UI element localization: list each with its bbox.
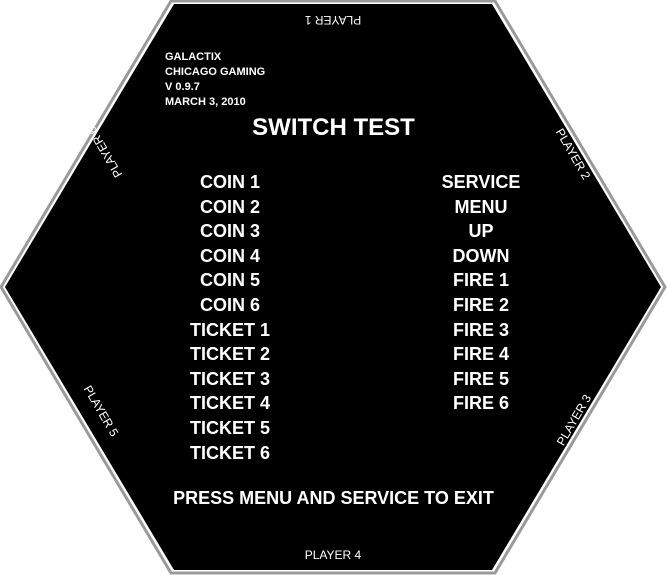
version-label: V 0.9.7 bbox=[165, 81, 200, 93]
switch-right-2: MENU bbox=[454, 197, 508, 217]
switch-right-1: SERVICE bbox=[441, 172, 521, 192]
switch-left-11: TICKET 5 bbox=[189, 418, 271, 438]
switch-left-10: TICKET 4 bbox=[189, 393, 271, 413]
player-1-label: PLAYER 1 bbox=[304, 13, 362, 27]
switch-right-5: FIRE 1 bbox=[452, 270, 510, 290]
switch-left-12: TICKET 6 bbox=[189, 443, 271, 463]
switch-left-5: COIN 5 bbox=[199, 270, 261, 290]
game-name: GALACTIX bbox=[165, 51, 222, 63]
switch-left-3: COIN 3 bbox=[199, 221, 261, 241]
exit-instruction: PRESS MENU AND SERVICE TO EXIT bbox=[173, 488, 494, 508]
switch-left-2: COIN 2 bbox=[199, 197, 261, 217]
build-date: MARCH 3, 2010 bbox=[165, 96, 246, 108]
switch-right-4: DOWN bbox=[452, 246, 510, 266]
switch-right-6: FIRE 2 bbox=[452, 295, 510, 315]
switch-left-8: TICKET 2 bbox=[189, 344, 271, 364]
switch-right-10: FIRE 6 bbox=[452, 393, 510, 413]
switch-left-6: COIN 6 bbox=[199, 295, 261, 315]
switch-right-9: FIRE 5 bbox=[452, 369, 510, 389]
company-name: CHICAGO GAMING bbox=[165, 66, 266, 78]
switch-right-3: UP bbox=[468, 221, 494, 241]
switch-left-4: COIN 4 bbox=[199, 246, 261, 266]
player-4-label: PLAYER 4 bbox=[304, 548, 362, 562]
switch-test-screen: GALACTIX CHICAGO GAMING V 0.9.7 MARCH 3,… bbox=[0, 0, 667, 575]
switch-left-1: COIN 1 bbox=[199, 172, 261, 192]
switch-left-7: TICKET 1 bbox=[189, 320, 271, 340]
switch-right-7: FIRE 3 bbox=[452, 320, 510, 340]
switch-left-9: TICKET 3 bbox=[189, 369, 271, 389]
switch-right-8: FIRE 4 bbox=[452, 344, 510, 364]
